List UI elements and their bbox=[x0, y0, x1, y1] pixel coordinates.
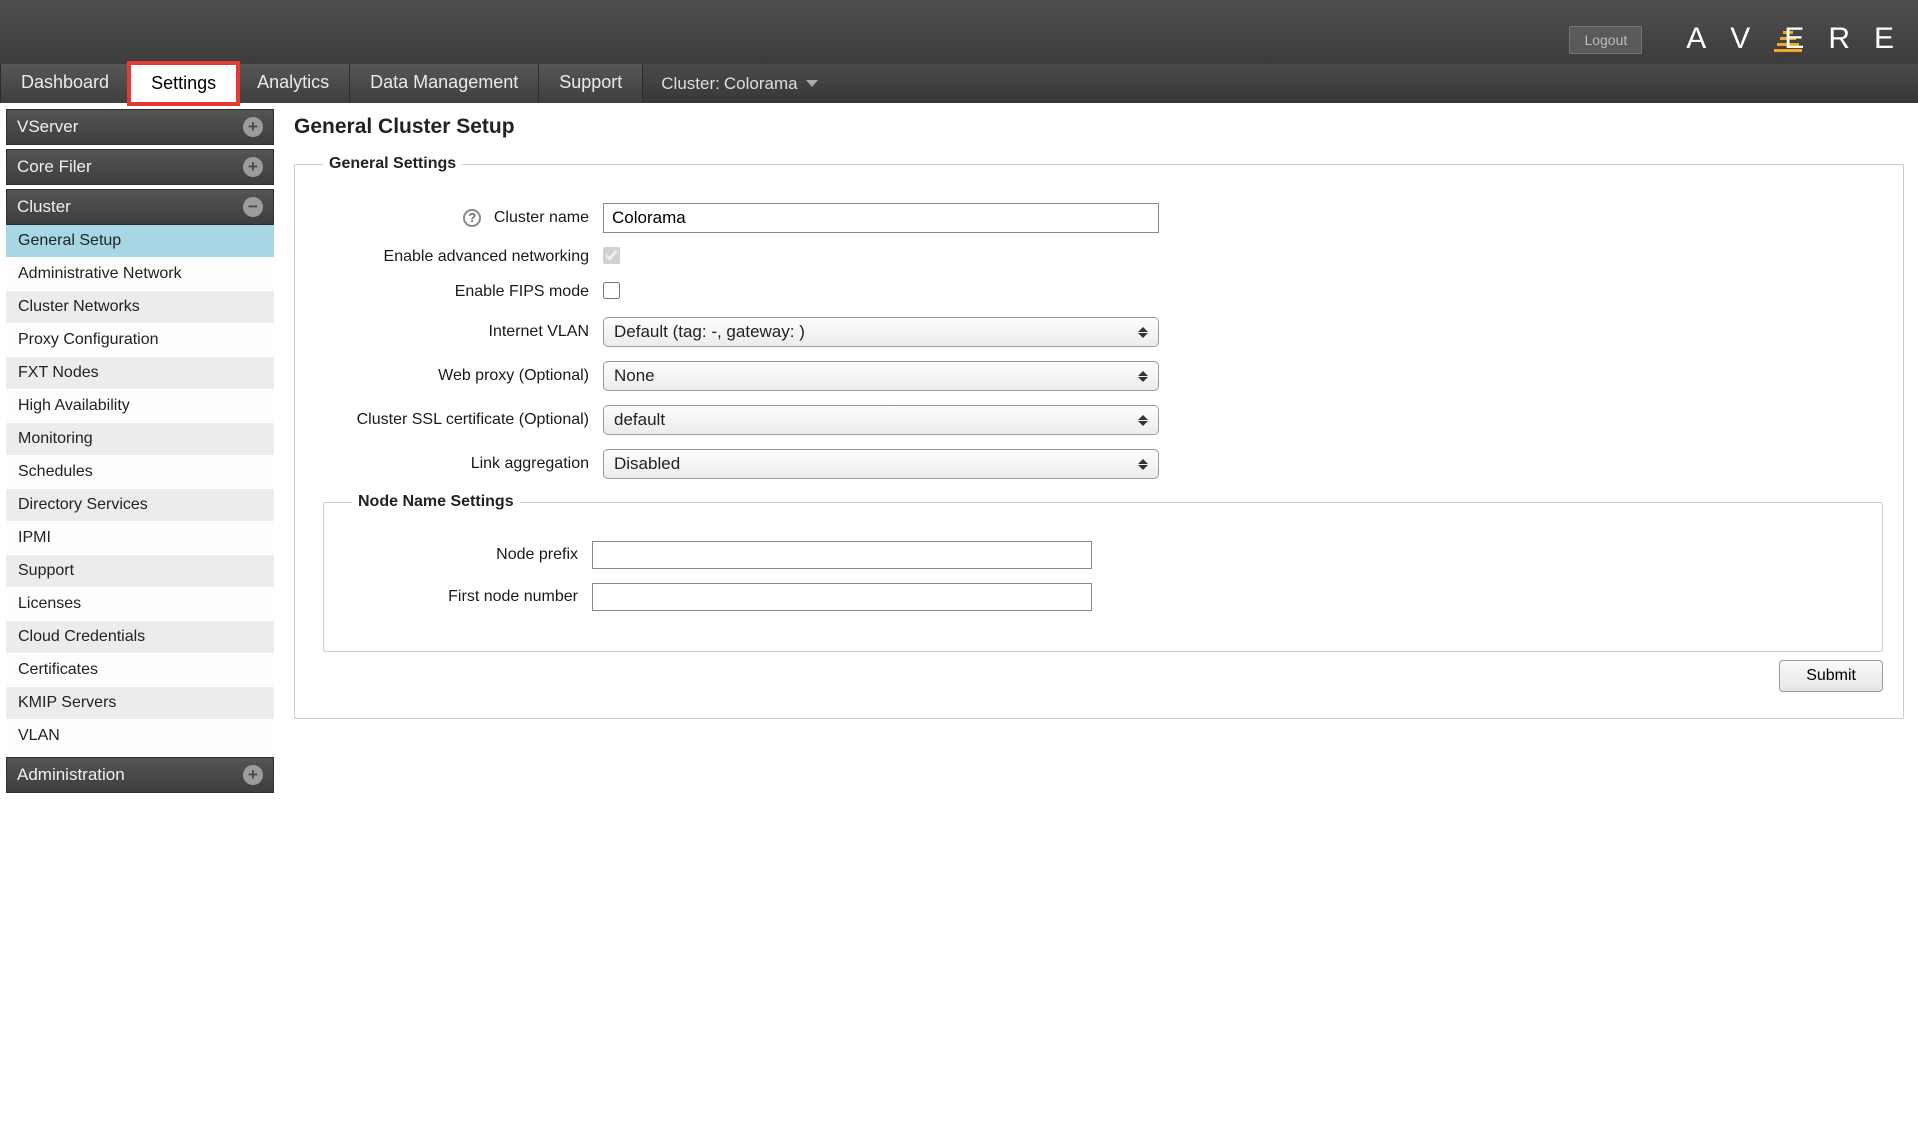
sidebar-item-general-setup[interactable]: General Setup bbox=[6, 225, 274, 258]
link-agg-label: Link aggregation bbox=[323, 455, 603, 473]
logo-letter-v: V bbox=[1730, 22, 1750, 56]
node-name-fieldset: Node Name Settings Node prefix First nod… bbox=[323, 493, 1883, 652]
logout-button[interactable]: Logout bbox=[1569, 26, 1642, 54]
ssl-cert-label: Cluster SSL certificate (Optional) bbox=[323, 411, 603, 429]
updown-icon bbox=[1138, 459, 1148, 470]
sidebar-section-administration[interactable]: Administration bbox=[6, 757, 274, 793]
cluster-selector[interactable]: Cluster: Colorama bbox=[643, 64, 835, 103]
sidebar-section-label: Cluster bbox=[17, 197, 71, 217]
sidebar-item-directory-services[interactable]: Directory Services bbox=[6, 489, 274, 522]
web-proxy-label: Web proxy (Optional) bbox=[323, 367, 603, 385]
tab-analytics[interactable]: Analytics bbox=[237, 64, 350, 103]
internet-vlan-value: Default (tag: -, gateway: ) bbox=[614, 322, 805, 342]
web-proxy-value: None bbox=[614, 366, 655, 386]
sidebar-item-high-availability[interactable]: High Availability bbox=[6, 390, 274, 423]
updown-icon bbox=[1138, 371, 1148, 382]
sidebar-item-admin-network[interactable]: Administrative Network bbox=[6, 258, 274, 291]
sidebar-section-cluster[interactable]: Cluster bbox=[6, 189, 274, 225]
link-agg-value: Disabled bbox=[614, 454, 680, 474]
internet-vlan-select[interactable]: Default (tag: -, gateway: ) bbox=[603, 317, 1159, 347]
plus-icon bbox=[243, 117, 263, 137]
sidebar-item-ipmi[interactable]: IPMI bbox=[6, 522, 274, 555]
sidebar-item-cloud-credentials[interactable]: Cloud Credentials bbox=[6, 621, 274, 654]
tab-dashboard[interactable]: Dashboard bbox=[0, 64, 130, 103]
sidebar-cluster-items: General Setup Administrative Network Clu… bbox=[6, 225, 274, 753]
sidebar-section-vserver[interactable]: VServer bbox=[6, 109, 274, 145]
first-node-num-label: First node number bbox=[352, 588, 592, 606]
sidebar-section-label: VServer bbox=[17, 117, 78, 137]
sidebar-section-core-filer[interactable]: Core Filer bbox=[6, 149, 274, 185]
sidebar-item-support[interactable]: Support bbox=[6, 555, 274, 588]
sidebar: VServer Core Filer Cluster General Setup… bbox=[0, 103, 280, 799]
node-prefix-label: Node prefix bbox=[352, 546, 592, 564]
cluster-name: Colorama bbox=[724, 74, 798, 94]
cluster-name-input[interactable] bbox=[603, 203, 1159, 233]
enable-adv-net-label: Enable advanced networking bbox=[323, 248, 603, 266]
chevron-down-icon bbox=[806, 80, 818, 87]
tab-data-management[interactable]: Data Management bbox=[350, 64, 539, 103]
node-name-legend: Node Name Settings bbox=[352, 493, 520, 511]
internet-vlan-label: Internet VLAN bbox=[323, 323, 603, 341]
sidebar-item-licenses[interactable]: Licenses bbox=[6, 588, 274, 621]
ssl-cert-select[interactable]: default bbox=[603, 405, 1159, 435]
sidebar-item-kmip-servers[interactable]: KMIP Servers bbox=[6, 687, 274, 720]
logo-letter-e: E bbox=[1784, 22, 1804, 56]
general-settings-legend: General Settings bbox=[323, 155, 462, 173]
updown-icon bbox=[1138, 415, 1148, 426]
cluster-name-label: Cluster name bbox=[494, 209, 589, 226]
help-icon[interactable]: ? bbox=[463, 209, 481, 227]
enable-fips-checkbox[interactable] bbox=[603, 282, 620, 299]
updown-icon bbox=[1138, 327, 1148, 338]
submit-button[interactable]: Submit bbox=[1779, 660, 1883, 692]
sidebar-item-schedules[interactable]: Schedules bbox=[6, 456, 274, 489]
general-settings-fieldset: General Settings ? Cluster name Enable a… bbox=[294, 155, 1904, 719]
ssl-cert-value: default bbox=[614, 410, 665, 430]
sidebar-section-label: Administration bbox=[17, 765, 125, 785]
plus-icon bbox=[243, 157, 263, 177]
web-proxy-select[interactable]: None bbox=[603, 361, 1159, 391]
minus-icon bbox=[243, 197, 263, 217]
sidebar-item-proxy-config[interactable]: Proxy Configuration bbox=[6, 324, 274, 357]
node-prefix-input[interactable] bbox=[592, 541, 1092, 569]
logo-letter-e2: E bbox=[1874, 22, 1894, 56]
sidebar-item-fxt-nodes[interactable]: FXT Nodes bbox=[6, 357, 274, 390]
logo-letter-r: R bbox=[1828, 22, 1850, 56]
sidebar-item-vlan[interactable]: VLAN bbox=[6, 720, 274, 753]
page-title: General Cluster Setup bbox=[294, 115, 1904, 139]
tab-settings[interactable]: Settings bbox=[130, 64, 237, 103]
sidebar-item-certificates[interactable]: Certificates bbox=[6, 654, 274, 687]
main-nav: Dashboard Settings Analytics Data Manage… bbox=[0, 64, 1918, 103]
logo-letter-a: A bbox=[1686, 22, 1706, 56]
brand-logo: A V E R E bbox=[1686, 22, 1894, 56]
sidebar-section-label: Core Filer bbox=[17, 157, 92, 177]
sidebar-item-cluster-networks[interactable]: Cluster Networks bbox=[6, 291, 274, 324]
enable-adv-net-checkbox[interactable] bbox=[603, 247, 620, 264]
cluster-prefix: Cluster: bbox=[661, 74, 720, 94]
enable-fips-label: Enable FIPS mode bbox=[323, 283, 603, 301]
sidebar-item-monitoring[interactable]: Monitoring bbox=[6, 423, 274, 456]
first-node-num-input[interactable] bbox=[592, 583, 1092, 611]
tab-support[interactable]: Support bbox=[539, 64, 643, 103]
plus-icon bbox=[243, 765, 263, 785]
link-agg-select[interactable]: Disabled bbox=[603, 449, 1159, 479]
